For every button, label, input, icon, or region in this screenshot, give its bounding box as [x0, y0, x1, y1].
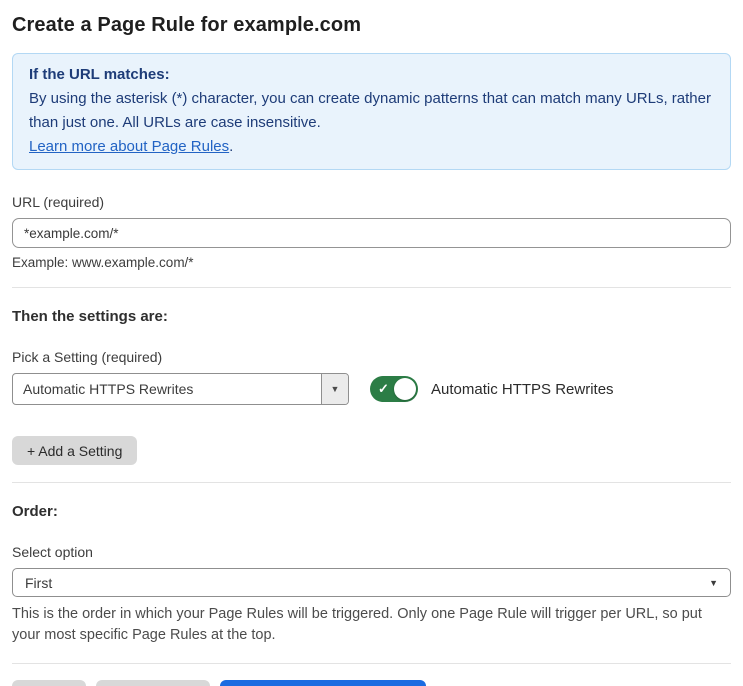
save-and-deploy-button[interactable]: Save and Deploy Page Rule [220, 680, 427, 686]
pick-setting-label: Pick a Setting (required) [12, 349, 163, 365]
learn-more-link[interactable]: Learn more about Page Rules [29, 138, 229, 155]
footer-actions: Cancel Save as Draft Save and Deploy Pag… [12, 680, 731, 686]
callout-link-line: Learn more about Page Rules. [29, 135, 714, 159]
order-helper-text: This is the order in which your Page Rul… [12, 606, 702, 643]
save-as-draft-button[interactable]: Save as Draft [95, 680, 211, 686]
chevron-down-icon: ▼ [709, 577, 718, 588]
callout-heading: If the URL matches: [29, 66, 170, 83]
page-title: Create a Page Rule for example.com [12, 14, 362, 36]
url-matches-callout: If the URL matches: By using the asteris… [12, 53, 731, 170]
divider [12, 287, 731, 288]
toggle-knob [394, 378, 416, 400]
setting-toggle-label: Automatic HTTPS Rewrites [431, 380, 614, 398]
divider [12, 663, 731, 664]
order-select-value: First [25, 574, 53, 591]
settings-section-heading: Then the settings are: [12, 308, 168, 325]
cancel-button[interactable]: Cancel [12, 680, 86, 686]
callout-body: By using the asterisk (*) character, you… [29, 90, 711, 131]
url-field-label: URL (required) [12, 194, 105, 210]
url-input[interactable] [12, 218, 731, 248]
setting-select[interactable]: Automatic HTTPS Rewrites ▼ [12, 373, 349, 405]
setting-select-arrow-button[interactable]: ▼ [321, 374, 348, 404]
setting-row: Automatic HTTPS Rewrites ▼ ✓ Automatic H… [12, 373, 731, 405]
toggle-check-icon: ✓ [378, 381, 389, 396]
order-select[interactable]: First ▼ [12, 568, 731, 597]
create-page-rule-panel: Create a Page Rule for example.com If th… [0, 0, 743, 686]
order-section-heading: Order: [12, 503, 58, 520]
add-setting-button[interactable]: + Add a Setting [12, 436, 138, 465]
order-select-label: Select option [12, 544, 93, 560]
setting-toggle[interactable]: ✓ [370, 376, 418, 402]
setting-select-value: Automatic HTTPS Rewrites [23, 381, 194, 397]
callout-link-suffix: . [229, 138, 234, 155]
chevron-down-icon: ▼ [330, 384, 340, 394]
url-helper-text: Example: www.example.com/* [12, 255, 194, 270]
divider [12, 482, 731, 483]
